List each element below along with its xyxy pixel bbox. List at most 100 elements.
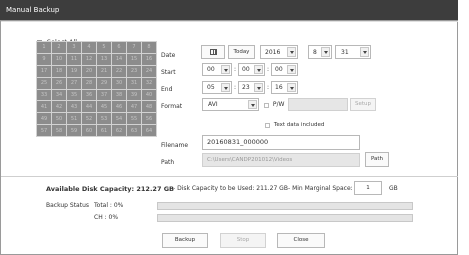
calendar-button[interactable]: [201, 45, 225, 59]
backup-button[interactable]: Backup: [162, 233, 208, 248]
day-dropdown-icon[interactable]: [360, 47, 369, 57]
format-dropdown-icon[interactable]: [248, 100, 257, 109]
channel-cell[interactable]: 25: [37, 77, 51, 89]
channel-cell[interactable]: 36: [82, 89, 96, 101]
channel-cell[interactable]: 41: [37, 101, 51, 113]
password-field[interactable]: [288, 98, 348, 111]
channel-cell[interactable]: 11: [67, 53, 81, 65]
end-second-dropdown-icon[interactable]: [287, 83, 296, 92]
channel-cell[interactable]: 46: [112, 101, 126, 113]
filename-input[interactable]: 20160831_000000: [202, 135, 360, 150]
channel-cell[interactable]: 13: [97, 53, 111, 65]
channel-cell[interactable]: 45: [97, 101, 111, 113]
channel-cell[interactable]: 28: [82, 77, 96, 89]
channel-cell[interactable]: 42: [52, 101, 66, 113]
channel-cell[interactable]: 49: [37, 113, 51, 125]
end-hour-dropdown-icon[interactable]: [221, 83, 230, 92]
start-second-select[interactable]: 00: [271, 63, 298, 76]
channel-cell[interactable]: 15: [127, 53, 141, 65]
start-minute-dropdown-icon[interactable]: [254, 65, 263, 74]
channel-cell[interactable]: 14: [112, 53, 126, 65]
start-minute-select[interactable]: 00: [238, 63, 265, 76]
channel-cell[interactable]: 1: [37, 42, 51, 53]
channel-cell[interactable]: 48: [142, 101, 156, 113]
text-data-option[interactable]: Text data included: [265, 120, 324, 131]
end-second-select[interactable]: 16: [271, 81, 298, 94]
channel-cell[interactable]: 16: [142, 53, 156, 65]
channel-cell[interactable]: 6: [112, 42, 126, 53]
channel-cell[interactable]: 59: [67, 125, 81, 136]
channel-cell[interactable]: 9: [37, 53, 51, 65]
day-select[interactable]: 31: [335, 45, 371, 59]
channel-cell[interactable]: 64: [142, 125, 156, 136]
channel-cell[interactable]: 18: [52, 65, 66, 77]
channel-cell[interactable]: 7: [127, 42, 141, 53]
channel-cell[interactable]: 22: [112, 65, 126, 77]
end-hour-select[interactable]: 05: [202, 81, 232, 94]
channel-cell[interactable]: 26: [52, 77, 66, 89]
channel-cell[interactable]: 21: [97, 65, 111, 77]
channel-cell[interactable]: 37: [97, 89, 111, 101]
year-select[interactable]: 2016: [260, 45, 298, 59]
channel-cell[interactable]: 39: [127, 89, 141, 101]
format-select[interactable]: AVI: [202, 98, 259, 111]
channel-cell[interactable]: 38: [112, 89, 126, 101]
channel-cell[interactable]: 17: [37, 65, 51, 77]
channel-cell[interactable]: 5: [97, 42, 111, 53]
channel-cell[interactable]: 29: [97, 77, 111, 89]
channel-cell[interactable]: 40: [142, 89, 156, 101]
close-button[interactable]: Close: [277, 233, 325, 248]
channel-cell[interactable]: 27: [67, 77, 81, 89]
channel-cell[interactable]: 47: [127, 101, 141, 113]
channel-cell[interactable]: 54: [112, 113, 126, 125]
channel-cell[interactable]: 52: [82, 113, 96, 125]
pw-checkbox[interactable]: [264, 102, 269, 108]
start-hour-dropdown-icon[interactable]: [221, 65, 230, 74]
channel-cell[interactable]: 60: [82, 125, 96, 136]
channel-cell[interactable]: 12: [82, 53, 96, 65]
start-hour-select[interactable]: 00: [202, 63, 232, 76]
pw-option[interactable]: P/W: [264, 100, 285, 111]
channel-cell[interactable]: 2: [52, 42, 66, 53]
channel-cell[interactable]: 30: [112, 77, 126, 89]
channel-cell[interactable]: 63: [127, 125, 141, 136]
channel-cell[interactable]: 24: [142, 65, 156, 77]
start-second-dropdown-icon[interactable]: [287, 65, 296, 74]
end-minute-dropdown-icon[interactable]: [254, 83, 263, 92]
channel-cell[interactable]: 51: [67, 113, 81, 125]
year-dropdown-icon[interactable]: [287, 47, 296, 57]
channel-cell[interactable]: 19: [67, 65, 81, 77]
channel-cell[interactable]: 10: [52, 53, 66, 65]
channel-cell[interactable]: 4: [82, 42, 96, 53]
channel-cell[interactable]: 56: [142, 113, 156, 125]
channel-cell[interactable]: 8: [142, 42, 156, 53]
end-minute-select[interactable]: 23: [238, 81, 265, 94]
channel-cell[interactable]: 44: [82, 101, 96, 113]
today-button[interactable]: Today: [228, 45, 255, 59]
channel-cell[interactable]: 43: [67, 101, 81, 113]
month-dropdown-icon[interactable]: [321, 47, 330, 57]
path-button[interactable]: Path: [365, 152, 389, 167]
channel-cell[interactable]: 31: [127, 77, 141, 89]
channel-cell[interactable]: 55: [127, 113, 141, 125]
channel-cell[interactable]: 58: [52, 125, 66, 136]
month-select[interactable]: 8: [308, 45, 332, 59]
channel-cell[interactable]: 20: [82, 65, 96, 77]
channel-cell[interactable]: 32: [142, 77, 156, 89]
channel-cell[interactable]: 23: [127, 65, 141, 77]
channel-cell[interactable]: 35: [67, 89, 81, 101]
channel-cell[interactable]: 3: [67, 42, 81, 53]
channel-cell[interactable]: 33: [37, 89, 51, 101]
text-data-checkbox[interactable]: [265, 122, 270, 128]
channel-cell[interactable]: 50: [52, 113, 66, 125]
channel-cell[interactable]: 61: [97, 125, 111, 136]
path-input[interactable]: C:\Users\CANDP201012\Videos: [202, 153, 360, 167]
channel-cell[interactable]: 53: [97, 113, 111, 125]
setup-button[interactable]: Setup: [350, 98, 376, 111]
channel-cell[interactable]: 62: [112, 125, 126, 136]
channel-cell[interactable]: 34: [52, 89, 66, 101]
channel-cell[interactable]: 57: [37, 125, 51, 136]
min-marginal-space-input[interactable]: 1: [354, 181, 382, 195]
stop-button[interactable]: Stop: [220, 233, 266, 248]
scrollbar[interactable]: [458, 0, 469, 255]
